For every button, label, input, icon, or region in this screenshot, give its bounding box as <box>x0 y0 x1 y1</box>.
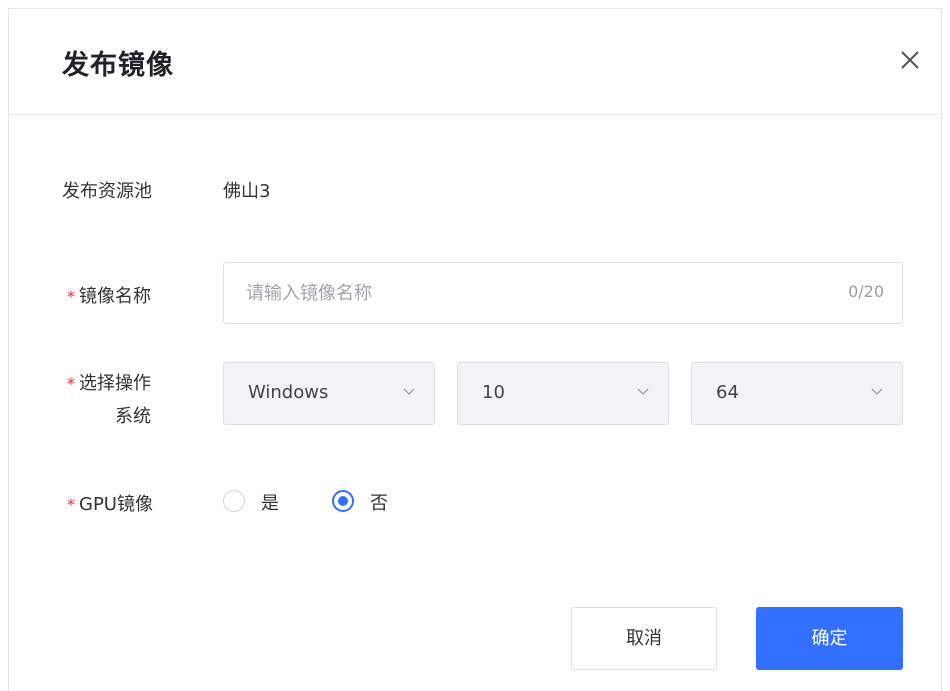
os-version-select[interactable]: 10 <box>457 362 669 425</box>
radio-circle-no[interactable] <box>332 490 354 512</box>
required-mark: * <box>67 374 75 393</box>
os-version-value: 10 <box>482 382 505 403</box>
os-bits-value: 64 <box>716 382 739 403</box>
gpu-radio-yes-label: 是 <box>261 493 279 514</box>
confirm-button[interactable]: 确定 <box>756 607 903 670</box>
radio-circle-yes[interactable] <box>223 490 245 512</box>
char-counter: 0/20 <box>848 282 884 301</box>
chevron-down-icon <box>637 388 649 396</box>
required-mark: * <box>67 287 75 306</box>
publish-image-dialog: 发布镜像 发布资源池 佛山3 *镜像名称 0/20 *选择操作 系统 Windo… <box>8 8 942 691</box>
image-name-label-text: 镜像名称 <box>79 286 151 307</box>
image-name-input[interactable] <box>246 263 806 323</box>
gpu-label-text: GPU镜像 <box>79 494 153 515</box>
os-type-select[interactable]: Windows <box>223 362 435 425</box>
close-icon <box>901 51 919 69</box>
pool-value: 佛山3 <box>223 181 271 202</box>
os-label-line2: 系统 <box>115 406 151 427</box>
gpu-radio-no-label: 否 <box>370 493 388 514</box>
close-button[interactable] <box>895 45 925 75</box>
os-type-value: Windows <box>248 382 329 403</box>
cancel-button[interactable]: 取消 <box>571 607 717 670</box>
os-label: * 选择操作 系统 <box>67 367 151 433</box>
required-mark: * <box>67 495 75 514</box>
os-label-line1: 选择操作 <box>79 373 151 394</box>
chevron-down-icon <box>871 388 883 396</box>
dialog-header: 发布镜像 <box>9 9 941 115</box>
dialog-title: 发布镜像 <box>62 50 174 81</box>
gpu-label: * GPU镜像 <box>67 490 153 516</box>
os-bits-select[interactable]: 64 <box>691 362 903 425</box>
pool-label: 发布资源池 <box>62 181 152 202</box>
image-name-field[interactable]: 0/20 <box>223 262 903 324</box>
chevron-down-icon <box>403 388 415 396</box>
image-name-label: * 镜像名称 <box>67 282 151 308</box>
